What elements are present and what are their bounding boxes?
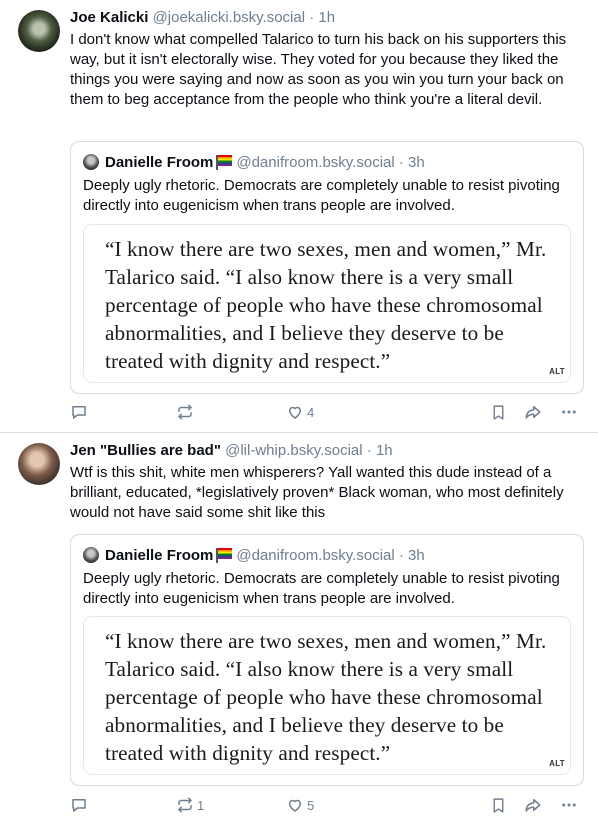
repost-count: 1 bbox=[197, 797, 205, 813]
like-button[interactable]: 5 bbox=[286, 793, 314, 817]
post-time[interactable]: 1h bbox=[318, 9, 335, 26]
post-text: Wtf is this shit, white men whisperers? … bbox=[70, 464, 564, 521]
quoted-post[interactable]: Danielle Froom @danifroom.bsky.social · 3… bbox=[70, 534, 584, 786]
separator: · bbox=[366, 442, 372, 459]
reply-button[interactable] bbox=[70, 400, 88, 424]
share-button[interactable] bbox=[524, 400, 542, 424]
quote-image[interactable]: “I know there are two sexes, men and wom… bbox=[83, 224, 571, 383]
post-header: Jen "Bullies are bad" @lil-whip.bsky.soc… bbox=[70, 441, 584, 461]
like-icon bbox=[289, 799, 301, 812]
author-name[interactable]: Joe Kalicki bbox=[70, 9, 148, 26]
more-icon bbox=[562, 410, 576, 414]
quote-avatar[interactable] bbox=[83, 547, 99, 563]
quote-author-handle[interactable]: @danifroom.bsky.social bbox=[236, 154, 394, 171]
quote-avatar[interactable] bbox=[83, 154, 99, 170]
image-quote-text: “I know there are two sexes, men and wom… bbox=[105, 237, 547, 373]
share-icon bbox=[525, 406, 541, 419]
like-button[interactable]: 4 bbox=[286, 400, 314, 424]
post-actions: 4 bbox=[70, 400, 584, 424]
post-text: I don't know what compelled Talarico to … bbox=[70, 31, 567, 108]
alt-badge[interactable]: ALT bbox=[549, 759, 565, 768]
bookmark-icon bbox=[493, 797, 504, 813]
more-options-button[interactable] bbox=[560, 400, 578, 424]
repost-icon bbox=[178, 797, 192, 813]
quoted-post[interactable]: Danielle Froom @danifroom.bsky.social · 3… bbox=[70, 141, 584, 394]
repost-button[interactable] bbox=[176, 400, 197, 424]
like-count: 4 bbox=[307, 404, 315, 420]
pride-flag-icon bbox=[216, 155, 233, 170]
bookmark-button[interactable] bbox=[490, 400, 507, 424]
quote-author-name[interactable]: Danielle Froom bbox=[105, 547, 213, 564]
quote-author-handle[interactable]: @danifroom.bsky.social bbox=[236, 547, 394, 564]
pride-flag-icon bbox=[216, 548, 233, 563]
like-icon bbox=[289, 406, 301, 419]
image-quote-text: “I know there are two sexes, men and wom… bbox=[105, 629, 547, 765]
post-actions: 1 5 bbox=[70, 793, 584, 817]
repost-icon bbox=[178, 404, 192, 420]
reply-icon bbox=[72, 799, 86, 812]
post-header: Joe Kalicki @joekalicki.bsky.social · 1h bbox=[70, 8, 584, 28]
share-icon bbox=[525, 799, 541, 812]
separator: · bbox=[309, 9, 315, 26]
bookmark-button[interactable] bbox=[490, 793, 507, 817]
more-options-button[interactable] bbox=[560, 793, 578, 817]
quote-header: Danielle Froom @danifroom.bsky.social · 3… bbox=[83, 546, 425, 566]
author-handle[interactable]: @lil-whip.bsky.social bbox=[225, 442, 362, 459]
avatar[interactable] bbox=[18, 443, 60, 485]
quote-time[interactable]: 3h bbox=[408, 547, 425, 564]
quote-time[interactable]: 3h bbox=[408, 154, 425, 171]
share-button[interactable] bbox=[524, 793, 542, 817]
feed-post[interactable]: Jen "Bullies are bad" @lil-whip.bsky.soc… bbox=[0, 433, 598, 826]
author-name[interactable]: Jen "Bullies are bad" bbox=[70, 442, 221, 459]
quote-text: Deeply ugly rhetoric. Democrats are comp… bbox=[83, 570, 560, 607]
quote-text: Deeply ugly rhetoric. Democrats are comp… bbox=[83, 177, 560, 214]
feed-post[interactable]: Joe Kalicki @joekalicki.bsky.social · 1h… bbox=[0, 0, 598, 432]
author-handle[interactable]: @joekalicki.bsky.social bbox=[153, 9, 306, 26]
quote-author-name[interactable]: Danielle Froom bbox=[105, 154, 213, 171]
more-icon bbox=[562, 803, 576, 807]
like-count: 5 bbox=[307, 797, 315, 813]
reply-button[interactable] bbox=[70, 793, 88, 817]
repost-button[interactable]: 1 bbox=[176, 793, 204, 817]
separator: · bbox=[398, 547, 404, 564]
quote-image[interactable]: “I know there are two sexes, men and wom… bbox=[83, 616, 571, 775]
post-time[interactable]: 1h bbox=[376, 442, 393, 459]
separator: · bbox=[398, 154, 404, 171]
alt-badge[interactable]: ALT bbox=[549, 367, 565, 376]
reply-icon bbox=[72, 406, 86, 419]
quote-header: Danielle Froom @danifroom.bsky.social · 3… bbox=[83, 153, 425, 173]
bookmark-icon bbox=[493, 404, 504, 420]
avatar[interactable] bbox=[18, 10, 60, 52]
